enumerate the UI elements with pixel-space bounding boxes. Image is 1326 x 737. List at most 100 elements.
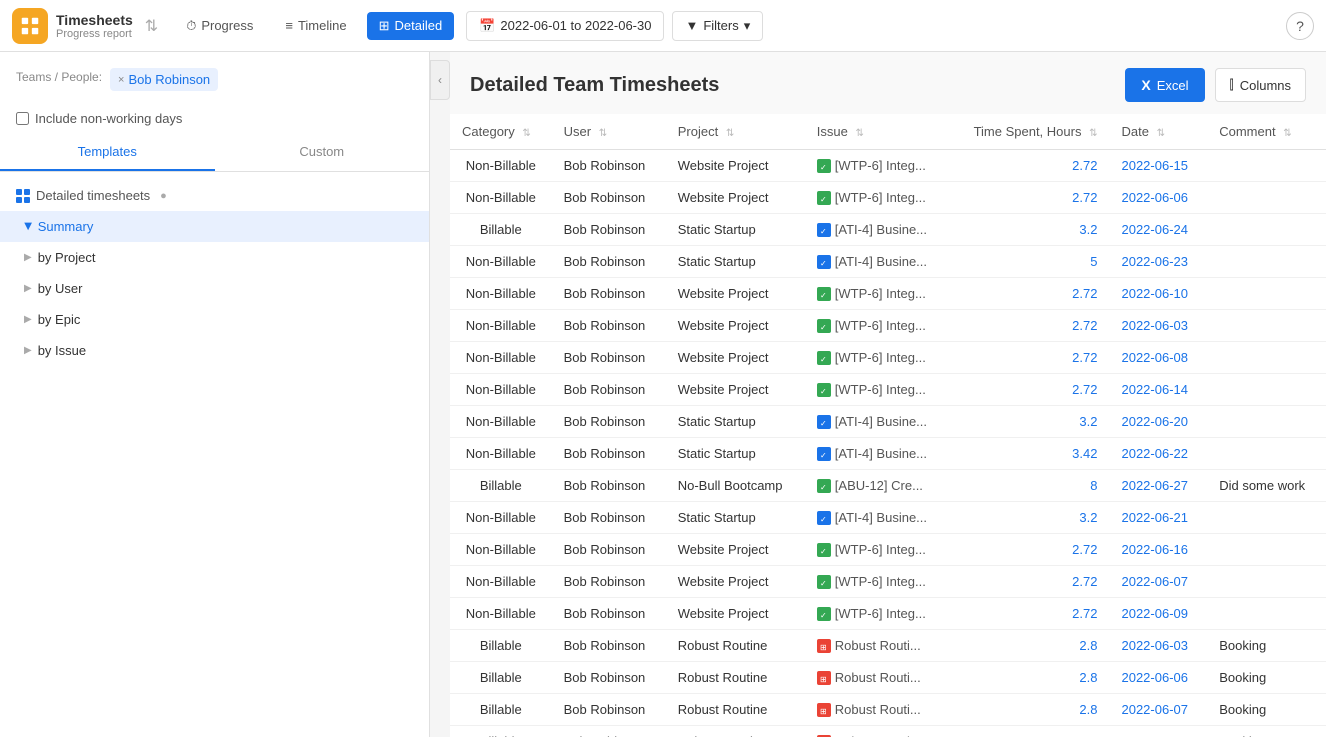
user-cell: Bob Robinson <box>552 374 666 406</box>
project-cell: Static Startup <box>666 438 805 470</box>
sidebar-collapse-btn[interactable]: ‹ <box>430 60 450 100</box>
col-date[interactable]: Date ⇅ <box>1109 114 1207 150</box>
col-user[interactable]: User ⇅ <box>552 114 666 150</box>
svg-text:✓: ✓ <box>820 163 827 171</box>
templates-tab[interactable]: Templates <box>0 134 215 171</box>
category-cell: Non-Billable <box>450 342 552 374</box>
filters-chevron-icon: ▾ <box>744 18 751 34</box>
category-cell: Non-Billable <box>450 278 552 310</box>
timeline-nav-btn[interactable]: ≡ Timeline <box>273 12 358 39</box>
user-cell: Bob Robinson <box>552 150 666 182</box>
table-row: Non-Billable Bob Robinson Static Startup… <box>450 502 1326 534</box>
issue-icon: ✓ <box>817 255 831 269</box>
time-cell: 2.72 <box>950 182 1110 214</box>
user-sort-icon: ⇅ <box>599 128 607 139</box>
col-comment[interactable]: Comment ⇅ <box>1207 114 1326 150</box>
issue-sort-icon: ⇅ <box>855 128 863 139</box>
detailed-nav-btn[interactable]: ⊞ Detailed <box>367 12 455 40</box>
table-row: Non-Billable Bob Robinson Website Projec… <box>450 342 1326 374</box>
category-cell: Non-Billable <box>450 406 552 438</box>
table-row: Non-Billable Bob Robinson Static Startup… <box>450 246 1326 278</box>
sidebar-item-by-project[interactable]: ▶ by Project <box>0 242 429 273</box>
table-row: Non-Billable Bob Robinson Website Projec… <box>450 150 1326 182</box>
comment-cell <box>1207 502 1326 534</box>
table-row: Billable Bob Robinson No-Bull Bootcamp ✓… <box>450 470 1326 502</box>
main-layout: Teams / People: × Bob Robinson Include n… <box>0 52 1326 737</box>
time-cell: 8 <box>950 470 1110 502</box>
project-cell: Robust Routine <box>666 630 805 662</box>
date-cell: 2022-06-07 <box>1109 566 1207 598</box>
project-cell: No-Bull Bootcamp <box>666 470 805 502</box>
selected-person-tag[interactable]: × Bob Robinson <box>110 68 218 91</box>
svg-text:✓: ✓ <box>820 611 827 619</box>
issue-icon: ✓ <box>817 543 831 557</box>
col-project[interactable]: Project ⇅ <box>666 114 805 150</box>
grid-icon <box>16 189 30 203</box>
date-cell: 2022-06-16 <box>1109 534 1207 566</box>
issue-icon: ✓ <box>817 159 831 173</box>
issue-cell: ✓ [ATI-4] Busine... <box>805 406 950 438</box>
date-cell: 2022-06-15 <box>1109 150 1207 182</box>
issue-cell: ⊞ Robust Routi... <box>805 694 950 726</box>
time-cell: 2.72 <box>950 534 1110 566</box>
non-working-days-label: Include non-working days <box>35 111 182 126</box>
table-row: Non-Billable Bob Robinson Website Projec… <box>450 278 1326 310</box>
custom-tab[interactable]: Custom <box>215 134 430 171</box>
comment-sort-icon: ⇅ <box>1283 128 1291 139</box>
date-range-btn[interactable]: 📅 2022-06-01 to 2022-06-30 <box>466 11 664 41</box>
issue-cell: ✓ [WTP-6] Integ... <box>805 310 950 342</box>
col-issue[interactable]: Issue ⇅ <box>805 114 950 150</box>
content-area: Detailed Team Timesheets X Excel ⫿ Colum… <box>450 52 1326 737</box>
svg-text:✓: ✓ <box>820 259 827 267</box>
svg-text:✓: ✓ <box>820 323 827 331</box>
category-cell: Billable <box>450 726 552 737</box>
table-row: Billable Bob Robinson Static Startup ✓ [… <box>450 214 1326 246</box>
user-cell: Bob Robinson <box>552 630 666 662</box>
comment-cell <box>1207 406 1326 438</box>
time-cell: 2.72 <box>950 598 1110 630</box>
sidebar-item-summary[interactable]: ▶ Summary <box>0 211 429 242</box>
col-time-spent[interactable]: Time Spent, Hours ⇅ <box>950 114 1110 150</box>
user-cell: Bob Robinson <box>552 342 666 374</box>
issue-cell: ✓ [ABU-12] Cre... <box>805 470 950 502</box>
filters-btn[interactable]: ▼ Filters ▾ <box>672 11 763 41</box>
time-cell: 2.72 <box>950 374 1110 406</box>
columns-btn[interactable]: ⫿ Columns <box>1215 68 1306 102</box>
table-row: Non-Billable Bob Robinson Static Startup… <box>450 406 1326 438</box>
comment-cell <box>1207 246 1326 278</box>
user-cell: Bob Robinson <box>552 662 666 694</box>
time-cell: 3.2 <box>950 214 1110 246</box>
user-cell: Bob Robinson <box>552 214 666 246</box>
sidebar-item-by-user[interactable]: ▶ by User <box>0 273 429 304</box>
time-cell: 3.2 <box>950 502 1110 534</box>
svg-text:⊞: ⊞ <box>820 643 827 651</box>
svg-text:✓: ✓ <box>820 387 827 395</box>
category-cell: Non-Billable <box>450 566 552 598</box>
app-chevron-icon[interactable]: ⇅ <box>145 16 158 36</box>
project-cell: Website Project <box>666 342 805 374</box>
comment-cell <box>1207 278 1326 310</box>
sidebar-item-by-issue[interactable]: ▶ by Issue <box>0 335 429 366</box>
time-cell: 2.8 <box>950 630 1110 662</box>
progress-nav-btn[interactable]: ⏱ Progress <box>174 12 265 40</box>
date-cell: 2022-06-20 <box>1109 406 1207 438</box>
topbar: Timesheets Progress report ⇅ ⏱ Progress … <box>0 0 1326 52</box>
date-cell: 2022-06-23 <box>1109 246 1207 278</box>
issue-icon: ✓ <box>817 511 831 525</box>
app-icon <box>12 8 48 44</box>
issue-icon: ✓ <box>817 479 831 493</box>
app-title: Timesheets Progress report <box>56 12 133 40</box>
col-category[interactable]: Category ⇅ <box>450 114 552 150</box>
svg-text:✓: ✓ <box>820 419 827 427</box>
category-cell: Non-Billable <box>450 150 552 182</box>
template-group-header[interactable]: Detailed timesheets ● <box>0 180 429 211</box>
remove-person-icon[interactable]: × <box>118 74 124 86</box>
non-working-days-checkbox[interactable] <box>16 112 29 125</box>
help-btn[interactable]: ? <box>1286 12 1314 40</box>
sidebar-item-by-epic[interactable]: ▶ by Epic <box>0 304 429 335</box>
project-cell: Robust Routine <box>666 662 805 694</box>
date-cell: 2022-06-06 <box>1109 182 1207 214</box>
svg-text:✓: ✓ <box>820 547 827 555</box>
excel-btn[interactable]: X Excel <box>1125 68 1204 102</box>
project-cell: Website Project <box>666 598 805 630</box>
